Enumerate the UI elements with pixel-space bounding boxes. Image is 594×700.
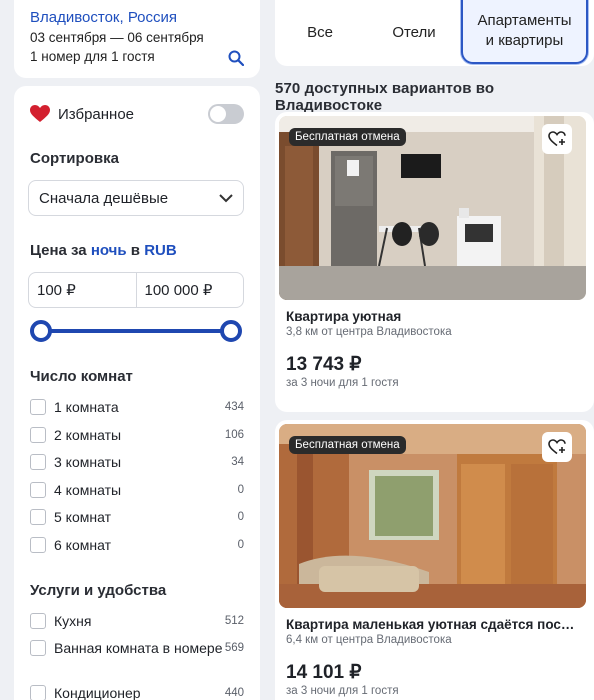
amenity-count: 440 — [224, 687, 244, 699]
listing-photo[interactable]: Бесплатная отмена — [279, 424, 586, 608]
room-count-count: 0 — [237, 483, 244, 496]
room-count-option[interactable]: 3 комнаты 34 — [30, 453, 244, 473]
price-slider[interactable] — [30, 320, 242, 342]
amenity-checkbox[interactable] — [30, 613, 46, 629]
room-count-checkbox[interactable] — [30, 426, 46, 443]
listing-price: 14 101 ₽ — [286, 662, 362, 683]
listing-card[interactable]: Бесплатная отмена Квартира маленькая уют… — [275, 420, 594, 700]
heart-plus-icon — [548, 439, 566, 455]
amenity-option[interactable]: Кондиционер 440 — [30, 684, 244, 700]
favorites-label: Избранное — [58, 105, 135, 123]
price-title-mid: в — [130, 242, 141, 259]
property-type-tabs: Все Отели Апартаменты и квартиры — [275, 0, 594, 66]
room-count-checkbox[interactable] — [30, 481, 46, 498]
sort-value: Сначала дешёвые — [39, 189, 169, 207]
room-count-label: 3 комнаты — [54, 454, 122, 470]
price-slider-track — [40, 329, 232, 333]
listing-distance: 3,8 км от центра Владивостока — [286, 326, 452, 338]
currency-link[interactable]: RUB — [144, 242, 177, 259]
room-count-label: 4 комнаты — [54, 481, 122, 498]
room-count-count: 0 — [237, 511, 244, 523]
amenity-count: 569 — [224, 642, 244, 654]
room-count-label: 6 комнат — [54, 536, 111, 553]
price-title-prefix: Цена за — [30, 242, 87, 259]
room-count-checkbox[interactable] — [30, 536, 46, 553]
tab-hotels[interactable]: Отели — [379, 0, 449, 66]
price-range: 100 ₽ 100 000 ₽ — [28, 272, 244, 308]
listing-title[interactable]: Квартира маленькая уютная сдаётся посу..… — [286, 617, 576, 632]
room-count-count: 34 — [231, 456, 244, 468]
search-guests: 1 номер для 1 гостя — [30, 49, 155, 64]
price-unit-link[interactable]: ночь — [91, 242, 127, 259]
sort-title: Сортировка — [30, 150, 119, 167]
room-count-checkbox[interactable] — [30, 454, 46, 470]
price-min-input[interactable]: 100 ₽ — [29, 273, 136, 307]
add-to-favorites-button[interactable] — [542, 124, 572, 154]
listing-price-note: за 3 ночи для 1 гостя — [286, 685, 399, 697]
heart-icon — [30, 105, 50, 122]
favorites-row: Избранное — [30, 102, 244, 126]
price-title: Цена за ночь в RUB — [30, 242, 177, 259]
listing-card[interactable]: Бесплатная отмена Квартира уютная 3,8 км… — [275, 112, 594, 412]
amenity-option[interactable]: Кухня 512 — [30, 612, 244, 632]
filters-panel: Избранное Сортировка Сначала дешёвые Цен… — [14, 86, 260, 700]
room-count-label: 5 комнат — [54, 509, 111, 525]
amenity-checkbox[interactable] — [30, 685, 46, 700]
price-max-input[interactable]: 100 000 ₽ — [135, 273, 244, 307]
room-count-label: 1 комната — [54, 399, 119, 415]
free-cancellation-badge: Бесплатная отмена — [289, 128, 406, 146]
room-count-option[interactable]: 1 комната 434 — [30, 398, 244, 418]
tab-apartments[interactable]: Апартаменты и квартиры — [461, 0, 588, 64]
listing-title[interactable]: Квартира уютная — [286, 309, 576, 324]
room-count-count: 0 — [237, 538, 244, 551]
sort-select[interactable]: Сначала дешёвые — [28, 180, 244, 216]
price-slider-max-handle[interactable] — [220, 320, 242, 342]
room-count-count: 434 — [224, 401, 244, 413]
room-count-option[interactable]: 5 комнат 0 — [30, 508, 244, 528]
room-count-label: 2 комнаты — [54, 426, 122, 443]
add-to-favorites-button[interactable] — [542, 432, 572, 462]
room-count-option[interactable]: 4 комнаты 0 — [30, 481, 244, 501]
rooms-title: Число комнат — [30, 368, 133, 385]
free-cancellation-badge: Бесплатная отмена — [289, 436, 406, 454]
tab-all[interactable]: Все — [285, 0, 355, 66]
price-slider-min-handle[interactable] — [30, 320, 52, 342]
heart-plus-icon — [548, 131, 566, 147]
amenity-count: 512 — [224, 615, 244, 627]
room-count-checkbox[interactable] — [30, 509, 46, 525]
amenity-checkbox[interactable] — [30, 640, 46, 656]
tab-apartments-label: Апартаменты и квартиры — [477, 12, 572, 49]
favorites-toggle[interactable] — [208, 104, 244, 124]
results-count: 570 доступных вариантов во Владивостоке — [275, 80, 495, 114]
search-dates: 03 сентября — 06 сентября — [30, 30, 204, 45]
search-summary[interactable]: Владивосток, Россия 03 сентября — 06 сен… — [14, 0, 260, 78]
chevron-down-icon — [219, 194, 233, 203]
amenity-option[interactable]: Ванная комната в номере 569 — [30, 639, 244, 659]
listing-distance: 6,4 км от центра Владивостока — [286, 634, 452, 646]
search-city: Владивосток, Россия — [30, 9, 178, 26]
amenity-label: Кондиционер — [54, 685, 141, 700]
amenity-label: Кухня — [54, 613, 92, 629]
listing-price-note: за 3 ночи для 1 гостя — [286, 377, 399, 389]
amenities-title: Услуги и удобства — [30, 582, 167, 599]
room-count-option[interactable]: 2 комнаты 106 — [30, 426, 244, 446]
search-icon[interactable] — [228, 50, 244, 66]
listing-price: 13 743 ₽ — [286, 354, 362, 375]
amenity-label: Ванная комната в номере — [54, 640, 223, 656]
room-count-checkbox[interactable] — [30, 399, 46, 415]
listing-photo[interactable]: Бесплатная отмена — [279, 116, 586, 300]
room-count-count: 106 — [224, 428, 244, 441]
room-count-option[interactable]: 6 комнат 0 — [30, 536, 244, 556]
